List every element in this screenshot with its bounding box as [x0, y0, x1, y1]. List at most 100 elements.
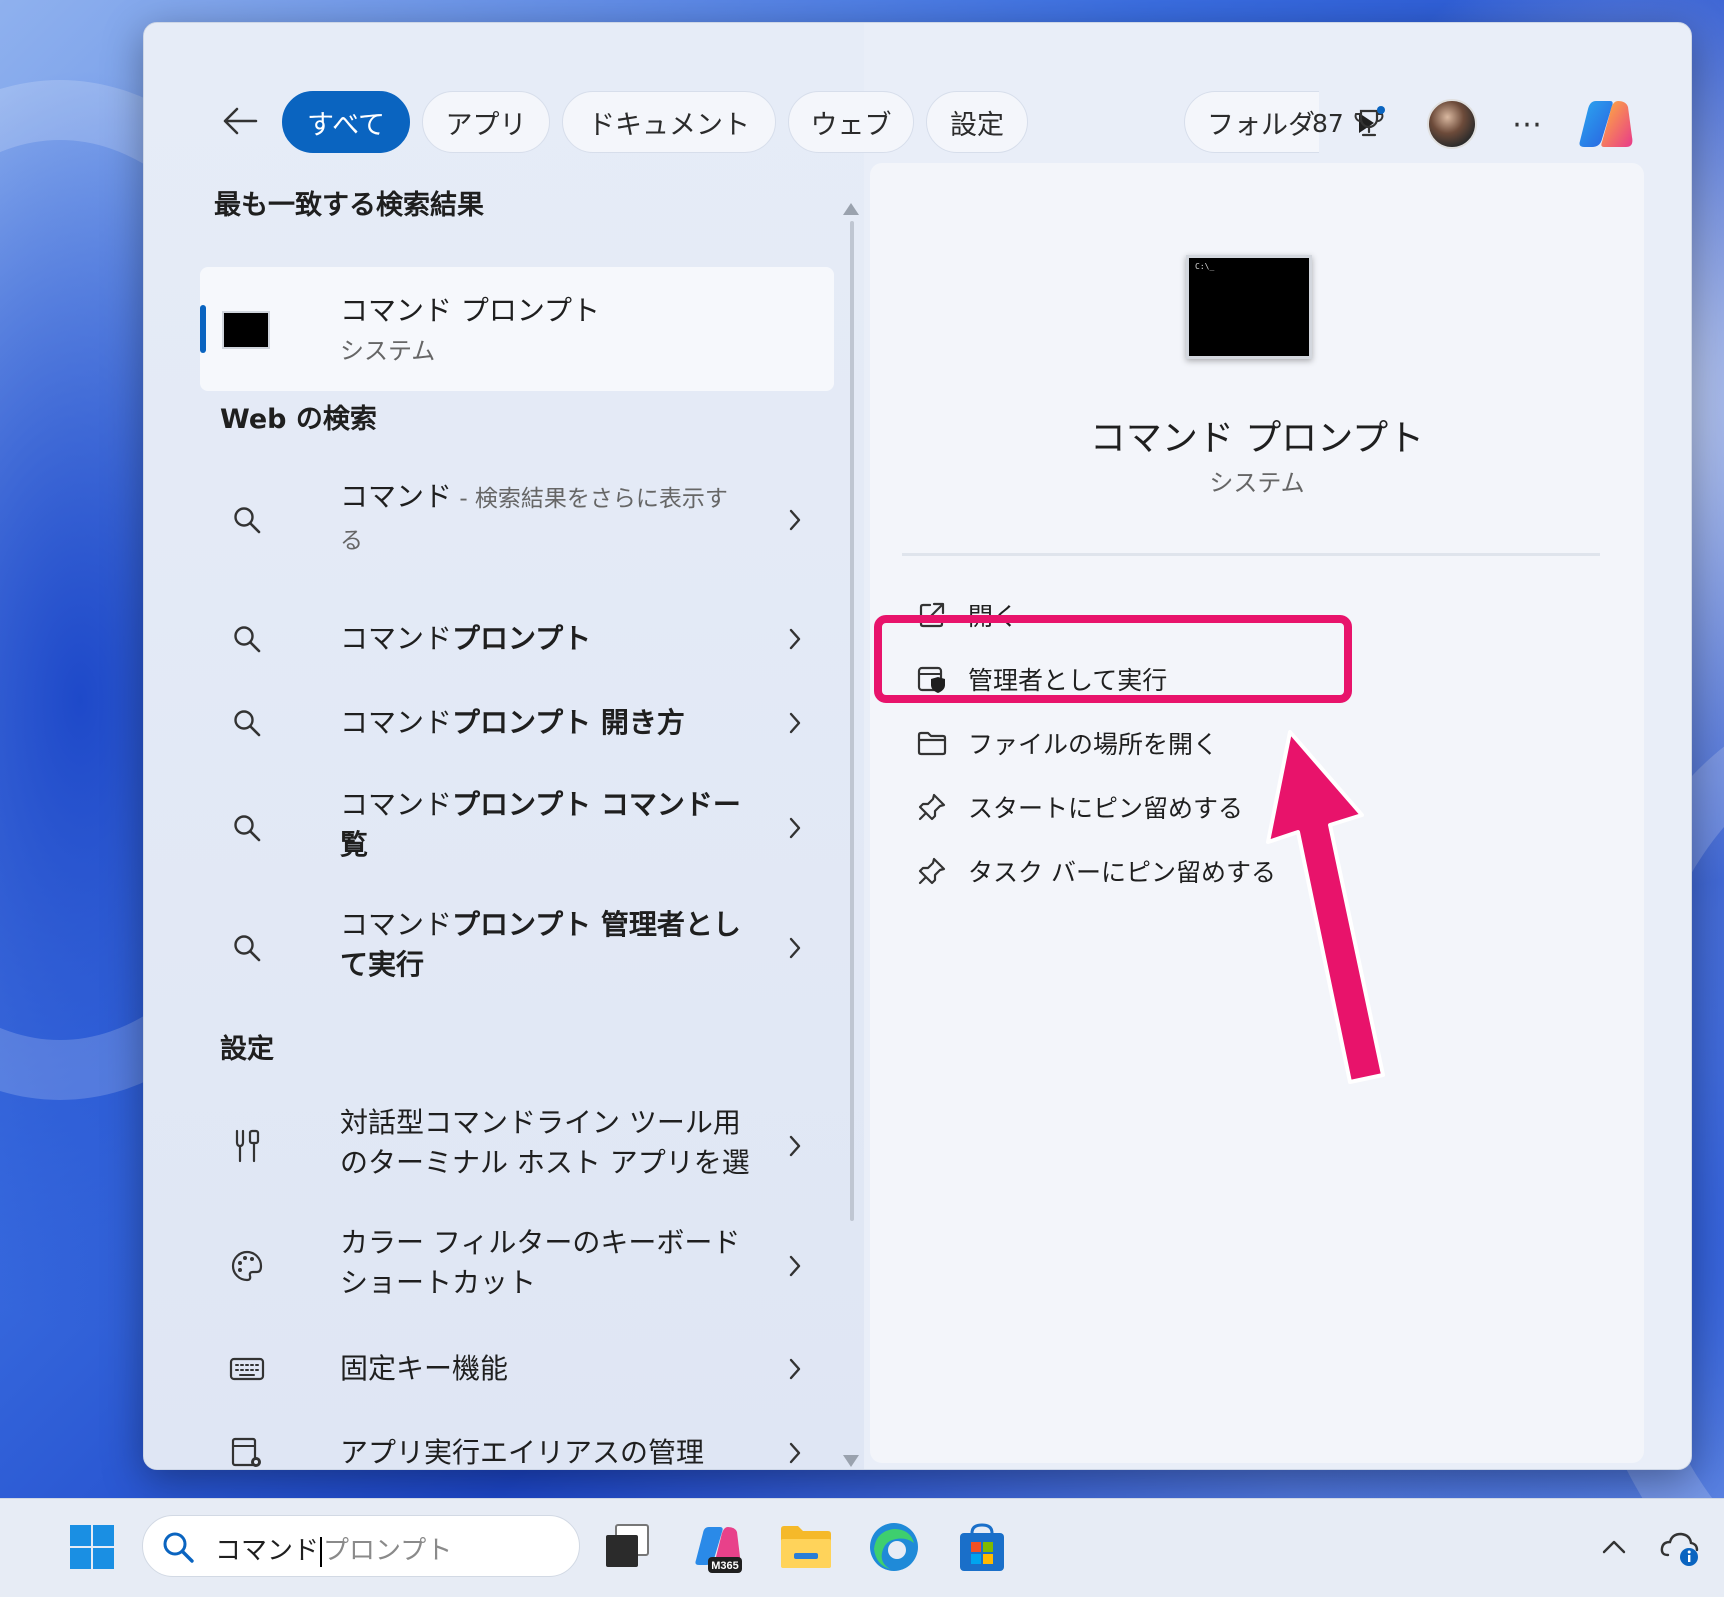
setting-text: ショートカット [340, 1266, 537, 1299]
selection-accent [200, 305, 206, 353]
search-typed-text: コマンド [215, 1536, 320, 1566]
settings-heading: 設定 [220, 1034, 274, 1065]
search-icon [163, 1532, 194, 1563]
best-match-name: コマンド プロンプト [340, 294, 601, 327]
result-hint: - 検索結果をさらに表示す [452, 486, 728, 512]
chevron-right-icon [789, 817, 801, 839]
setting-color-filter-shortcut[interactable]: カラー フィルターのキーボード ショートカット [200, 1221, 834, 1311]
search-icon [234, 935, 261, 962]
action-label: タスク バーにピン留めする [968, 858, 1276, 887]
microsoft-store-icon[interactable] [954, 1519, 1010, 1575]
show-hidden-icons-button[interactable] [1596, 1529, 1632, 1565]
result-hint: る [340, 528, 363, 554]
pin-icon [918, 793, 946, 821]
setting-app-execution-alias[interactable]: アプリ実行エイリアスの管理 [200, 1425, 834, 1469]
filter-chip-apps[interactable]: アプリ [422, 91, 550, 153]
trophy-icon [1354, 106, 1385, 137]
arrow-left-icon [223, 107, 258, 135]
web-result-command-prompt-list[interactable]: コマンドプロンプト コマンドー覧 [200, 783, 834, 873]
pin-icon [918, 857, 946, 885]
setting-text: カラー フィルターのキーボード [340, 1226, 741, 1259]
points-count: 87 [1312, 108, 1344, 138]
tools-icon [235, 1129, 260, 1163]
action-label: ファイルの場所を開く [968, 730, 1219, 759]
results-scrollbar[interactable] [850, 221, 854, 1221]
text-caret [320, 1536, 323, 1567]
taskbar-search-box[interactable]: コマンド プロンプト [142, 1515, 580, 1577]
back-button[interactable] [214, 95, 266, 147]
best-match-type: システム [340, 337, 436, 365]
filter-chip-documents[interactable]: ドキュメント [562, 91, 776, 153]
onedrive-cloud-info-icon[interactable] [1658, 1525, 1702, 1569]
web-result-command-prompt[interactable]: コマンドプロンプト [200, 611, 834, 667]
best-match-command-prompt[interactable]: コマンド プロンプト システム [200, 267, 834, 391]
chevron-right-icon [789, 712, 801, 734]
folder-icon [917, 731, 947, 756]
highlight-box [874, 615, 1352, 703]
keyboard-icon [229, 1357, 265, 1381]
search-icon [234, 815, 261, 842]
m365-badge-text: M365 [711, 1560, 739, 1572]
chevron-right-icon [789, 1255, 801, 1277]
file-explorer-icon[interactable] [778, 1519, 834, 1575]
chevron-up-icon [1602, 1540, 1626, 1554]
result-text-bold: て実行 [340, 948, 425, 981]
setting-text: のターミナル ホスト アプリを選 [340, 1146, 750, 1179]
action-label: スタートにピン留めする [968, 794, 1244, 823]
command-prompt-large-icon: C:\_ [1186, 255, 1312, 359]
result-text: コマンド [340, 622, 453, 655]
setting-text: 固定キー機能 [340, 1352, 509, 1385]
result-text-bold: プロンプト コマンドー [452, 788, 741, 821]
chevron-right-icon [789, 1358, 801, 1380]
result-text-bold: プロンプト 管理者とし [452, 908, 741, 941]
scroll-up-arrow[interactable] [843, 203, 859, 215]
start-search-panel: すべて アプリ ドキュメント ウェブ 設定 フォルダ 87 ⋯ 最も一致する検索… [143, 22, 1692, 1470]
more-options-button[interactable]: ⋯ [1504, 101, 1550, 147]
filter-chip-label: ウェブ [810, 109, 892, 141]
web-result-command-prompt-open[interactable]: コマンドプロンプト 開き方 [200, 695, 834, 751]
app-settings-icon [231, 1437, 261, 1467]
result-text: コマンド [340, 480, 453, 513]
scroll-down-arrow[interactable] [843, 1455, 859, 1467]
web-result-command-more[interactable]: コマンド - 検索結果をさらに表示する [200, 475, 834, 565]
icon-prompt-text: C:\_ [1195, 262, 1215, 271]
filter-chip-label: すべて [306, 109, 386, 141]
chevron-right-icon [789, 628, 801, 650]
pointer-arrow-annotation [1266, 730, 1385, 1084]
copilot-icon[interactable] [1574, 93, 1636, 155]
ellipsis-icon: ⋯ [1512, 106, 1542, 142]
filter-chip-label: ドキュメント [588, 109, 750, 141]
filter-chip-web[interactable]: ウェブ [788, 91, 914, 153]
filter-chip-settings[interactable]: 設定 [926, 91, 1028, 153]
result-text: コマンド [340, 706, 453, 739]
user-avatar[interactable] [1427, 99, 1477, 149]
rewards-points[interactable]: 87 [1312, 103, 1422, 143]
palette-icon [231, 1250, 263, 1282]
m365-copilot-icon[interactable]: M365 [690, 1519, 746, 1575]
detail-type: システム [1209, 469, 1305, 497]
result-text: コマンド [340, 788, 453, 821]
result-text-bold: プロンプト 開き方 [452, 706, 685, 739]
chevron-right-icon [789, 937, 801, 959]
setting-sticky-keys[interactable]: 固定キー機能 [200, 1341, 834, 1397]
filter-chip-label: アプリ [445, 109, 527, 141]
setting-terminal-host[interactable]: 対話型コマンドライン ツール用 のターミナル ホスト アプリを選 [200, 1101, 834, 1191]
web-result-command-prompt-admin[interactable]: コマンドプロンプト 管理者とし て実行 [200, 903, 834, 993]
filter-chip-all[interactable]: すべて [282, 91, 410, 153]
setting-text: アプリ実行エイリアスの管理 [340, 1436, 705, 1469]
chevron-right-icon [789, 509, 801, 531]
filter-chip-label: フォルダ [1207, 109, 1315, 141]
edge-browser-icon[interactable] [866, 1519, 922, 1575]
windows-start-icon[interactable] [68, 1523, 116, 1571]
chevron-right-icon [789, 1442, 801, 1464]
task-view-icon[interactable] [600, 1519, 656, 1575]
result-text-bold: 覧 [340, 828, 369, 861]
web-search-heading: Web の検索 [220, 404, 377, 435]
filter-chip-folders[interactable]: フォルダ [1184, 91, 1319, 153]
search-icon [234, 710, 261, 737]
filter-chip-label: 設定 [950, 109, 1004, 141]
setting-text: 対話型コマンドライン ツール用 [340, 1106, 741, 1139]
search-icon [234, 626, 261, 653]
best-match-heading: 最も一致する検索結果 [214, 190, 484, 221]
result-text: コマンド [340, 908, 453, 941]
